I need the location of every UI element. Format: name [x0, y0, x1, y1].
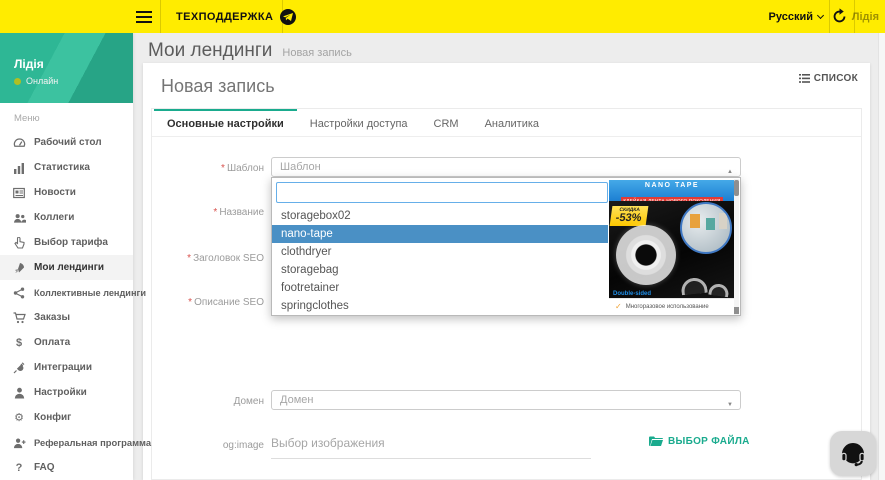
- tab-main-settings[interactable]: Основные настройки: [154, 109, 297, 136]
- template-preview: NANO TAPE КЛЕЙКАЯ ЛЕНТА НОВОГО ПОКОЛЕНИЯ…: [609, 180, 735, 314]
- language-selector[interactable]: Русский: [769, 0, 823, 33]
- list-icon: [799, 74, 810, 83]
- dropdown-option[interactable]: springclothes: [272, 297, 608, 315]
- hand-pointer-icon: [12, 236, 26, 250]
- breadcrumb: Новая запись: [282, 47, 351, 59]
- tab-access-settings[interactable]: Настройки доступа: [297, 109, 421, 136]
- sidebar-menu: Рабочий стол Статистика Новости Коллеги …: [0, 130, 133, 480]
- news-icon: [12, 186, 26, 200]
- online-status-dot: [14, 78, 21, 85]
- refresh-icon[interactable]: [831, 8, 848, 25]
- sidebar-item-collective-landings[interactable]: Коллективные лендинги: [0, 280, 133, 305]
- preview-ad-title: NANO TAPE: [609, 182, 735, 189]
- sidebar-item-payment[interactable]: $ Оплата: [0, 330, 133, 355]
- seo-title-label: *Заголовок SEO: [156, 253, 264, 264]
- preview-ad-body: СКИДКА -53% Double-sided: [609, 201, 735, 298]
- sidebar-item-statistics[interactable]: Статистика: [0, 155, 133, 180]
- user-icon: [12, 386, 26, 400]
- template-select[interactable]: Шаблон ▲: [271, 157, 741, 177]
- dropdown-options: storagebox02 nano-tape clothdryer storag…: [272, 207, 608, 315]
- page-title: Мои лендинги: [148, 40, 272, 62]
- sidebar-item-my-landings[interactable]: Мои лендинги: [0, 255, 133, 280]
- folder-icon: [649, 436, 663, 447]
- users-icon: [12, 211, 26, 225]
- choose-file-button[interactable]: ВЫБОР ФАЙЛА: [649, 436, 750, 447]
- telegram-icon: [280, 9, 296, 25]
- menu-toggle-icon[interactable]: [136, 8, 152, 24]
- tab-crm[interactable]: CRM: [421, 109, 472, 136]
- caret-down-icon: ▼: [727, 396, 733, 414]
- tabs: Основные настройки Настройки доступа CRM…: [152, 109, 861, 137]
- sidebar-item-settings[interactable]: Настройки: [0, 380, 133, 405]
- sidebar-item-faq[interactable]: ? FAQ: [0, 455, 133, 480]
- preview-feature-row: ✓ Многоразовое использование: [609, 298, 735, 314]
- preview-caption: Double-sided: [613, 291, 651, 297]
- dashboard-icon: [12, 136, 26, 150]
- sidebar-profile: Лідія Онлайн: [0, 33, 133, 103]
- preview-inset-photo: [680, 202, 732, 254]
- discount-badge: СКИДКА -53%: [610, 206, 648, 226]
- rocket-icon: [12, 261, 26, 275]
- template-label: *Шаблон: [156, 163, 264, 174]
- name-label: *Название: [156, 207, 264, 218]
- headset-icon: [838, 439, 868, 469]
- card-title: Новая запись: [161, 76, 275, 97]
- top-bar: ТЕХПОДДЕРЖКА Русский Лідія: [0, 0, 885, 33]
- dropdown-option[interactable]: footretainer: [272, 279, 608, 297]
- chevron-down-icon: [817, 11, 824, 18]
- template-dropdown: storagebox02 nano-tape clothdryer storag…: [271, 177, 741, 316]
- sidebar-item-integrations[interactable]: Интеграции: [0, 355, 133, 380]
- list-button[interactable]: СПИСОК: [799, 73, 858, 84]
- domain-select[interactable]: Домен ▼: [271, 390, 741, 410]
- sidebar-item-dashboard[interactable]: Рабочий стол: [0, 130, 133, 155]
- tape-strip: [708, 283, 729, 298]
- seo-description-label: *Описание SEO: [156, 297, 264, 308]
- og-image-label: og:image: [156, 440, 264, 451]
- menu-section-label: Меню: [0, 103, 133, 124]
- top-username[interactable]: Лідія: [852, 0, 879, 33]
- dropdown-option-selected[interactable]: nano-tape: [272, 225, 608, 243]
- dropdown-option[interactable]: storagebox02: [272, 207, 608, 225]
- tech-support-label: ТЕХПОДДЕРЖКА: [176, 11, 273, 23]
- dropdown-option[interactable]: storagebag: [272, 261, 608, 279]
- sidebar-item-colleagues[interactable]: Коллеги: [0, 205, 133, 230]
- plug-icon: [12, 361, 26, 375]
- support-chat-button[interactable]: [830, 431, 876, 476]
- dropdown-search-input[interactable]: [276, 182, 608, 203]
- dropdown-scrollbar[interactable]: [734, 179, 739, 315]
- form-panel: Основные настройки Настройки доступа CRM…: [151, 108, 862, 480]
- dollar-icon: $: [12, 336, 26, 350]
- tape-strip: [680, 277, 708, 296]
- online-status-label: Онлайн: [26, 76, 58, 86]
- domain-label: Домен: [156, 396, 264, 407]
- page-scrollbar[interactable]: [878, 33, 885, 480]
- main-content: Мои лендинги Новая запись Новая запись С…: [133, 33, 885, 480]
- gears-icon: ⚙: [12, 411, 26, 425]
- user-plus-icon: [12, 436, 26, 450]
- chart-icon: [12, 161, 26, 175]
- og-image-input[interactable]: Выбор изображения: [271, 436, 591, 459]
- dropdown-option[interactable]: clothdryer: [272, 243, 608, 261]
- sidebar-username: Лідія: [14, 57, 133, 71]
- content-card: Новая запись СПИСОК Основные настройки Н…: [143, 63, 870, 480]
- question-icon: ?: [12, 461, 26, 475]
- tab-analytics[interactable]: Аналитика: [472, 109, 552, 136]
- sidebar-item-tariff[interactable]: Выбор тарифа: [0, 230, 133, 255]
- sidebar: Лідія Онлайн Меню Рабочий стол Статистик…: [0, 33, 133, 480]
- preview-ad-header: NANO TAPE КЛЕЙКАЯ ЛЕНТА НОВОГО ПОКОЛЕНИЯ: [609, 180, 735, 201]
- cart-icon: [12, 311, 26, 325]
- language-label: Русский: [769, 11, 813, 23]
- share-icon: [12, 286, 26, 300]
- sidebar-item-referral[interactable]: Реферальная программа: [0, 430, 133, 455]
- sidebar-item-orders[interactable]: Заказы: [0, 305, 133, 330]
- tech-support-button[interactable]: ТЕХПОДДЕРЖКА: [176, 0, 296, 33]
- tape-roll-image: [616, 225, 676, 285]
- sidebar-item-config[interactable]: ⚙ Конфиг: [0, 405, 133, 430]
- check-icon: ✓: [615, 302, 622, 311]
- sidebar-item-news[interactable]: Новости: [0, 180, 133, 205]
